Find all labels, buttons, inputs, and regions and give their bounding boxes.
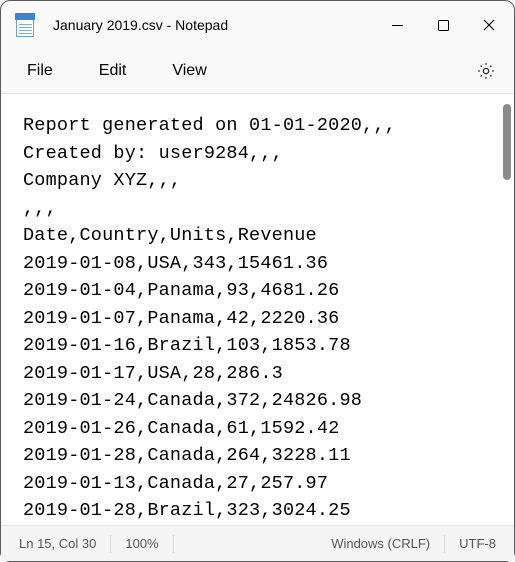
- vertical-scrollbar-thumb[interactable]: [503, 104, 511, 180]
- editor-textarea[interactable]: Report generated on 01-01-2020,,, Create…: [23, 112, 506, 525]
- notepad-window: January 2019.csv - Notepad File Edit Vie…: [0, 0, 515, 562]
- menu-view[interactable]: View: [170, 58, 208, 84]
- status-encoding: UTF-8: [445, 532, 510, 556]
- menu-file[interactable]: File: [25, 58, 55, 84]
- titlebar[interactable]: January 2019.csv - Notepad: [1, 1, 514, 49]
- window-title: January 2019.csv - Notepad: [53, 17, 228, 33]
- window-controls: [374, 1, 512, 49]
- status-separator: [173, 535, 174, 553]
- settings-button[interactable]: [476, 61, 496, 81]
- status-line-ending: Windows (CRLF): [317, 532, 444, 556]
- maximize-icon: [438, 20, 449, 31]
- status-zoom[interactable]: 100%: [111, 532, 172, 556]
- editor-viewport: Report generated on 01-01-2020,,, Create…: [1, 94, 514, 525]
- statusbar: Ln 15, Col 30 100% Windows (CRLF) UTF-8: [1, 525, 514, 561]
- status-cursor-position: Ln 15, Col 30: [5, 532, 110, 556]
- menubar: File Edit View: [1, 49, 514, 93]
- maximize-button[interactable]: [420, 1, 466, 49]
- menu-edit[interactable]: Edit: [97, 58, 129, 84]
- close-button[interactable]: [466, 1, 512, 49]
- close-icon: [483, 19, 495, 31]
- gear-icon: [476, 61, 496, 81]
- minimize-icon: [392, 20, 403, 31]
- minimize-button[interactable]: [374, 1, 420, 49]
- notepad-icon: [15, 13, 35, 37]
